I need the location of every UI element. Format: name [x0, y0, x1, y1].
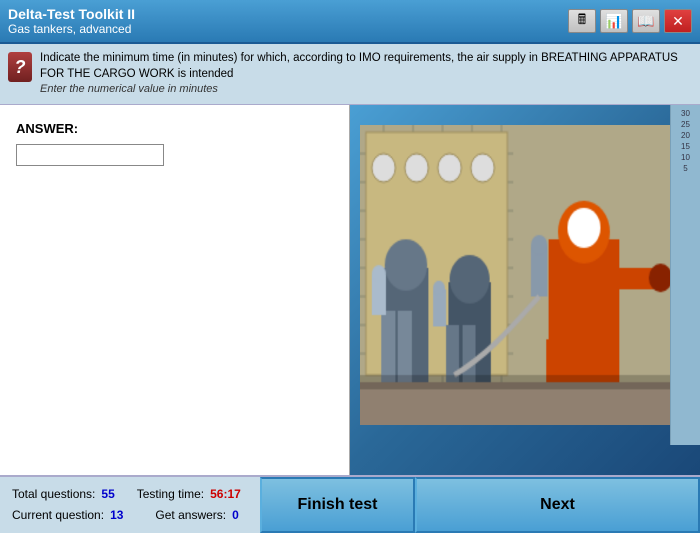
left-panel: ANSWER: — [0, 105, 350, 475]
title-icons: 🖩 📊 📖 ✕ — [568, 9, 692, 33]
current-question-value: 13 — [110, 505, 123, 525]
app-title: Delta-Test Toolkit II — [8, 6, 135, 22]
finish-test-button[interactable]: Finish test — [260, 477, 415, 533]
question-main-text: Indicate the minimum time (in minutes) f… — [40, 50, 692, 82]
get-answers-label: Get answers: — [155, 505, 226, 525]
book-icon[interactable]: 📖 — [632, 9, 660, 33]
photo-image — [360, 125, 690, 425]
answer-input[interactable] — [16, 144, 164, 166]
right-panel: 30 25 20 15 10 5 🔍 УВЕЛИЧИТЬ 🔍 КОММЕНТАР… — [350, 105, 700, 475]
app-subtitle: Gas tankers, advanced — [8, 22, 135, 36]
answer-label: ANSWER: — [16, 121, 333, 136]
next-button[interactable]: Next — [415, 477, 700, 533]
current-question-label: Current question: — [12, 505, 104, 525]
status-bar: Total questions: 55 Testing time: 56:17 … — [0, 475, 700, 533]
main-content: ANSWER: 30 25 20 15 10 5 🔍 УВЕЛИЧИТЬ 🔍 К… — [0, 105, 700, 475]
question-bar: ? Indicate the minimum time (in minutes)… — [0, 44, 700, 105]
title-text: Delta-Test Toolkit II Gas tankers, advan… — [8, 6, 135, 36]
testing-time-label: Testing time: — [137, 484, 204, 504]
question-text: Indicate the minimum time (in minutes) f… — [40, 50, 692, 98]
title-bar: Delta-Test Toolkit II Gas tankers, advan… — [0, 0, 700, 44]
testing-time-value: 56:17 — [210, 484, 241, 504]
total-questions-label: Total questions: — [12, 484, 95, 504]
total-questions-row: Total questions: 55 Testing time: 56:17 — [12, 484, 248, 504]
close-icon[interactable]: ✕ — [664, 9, 692, 33]
question-icon: ? — [8, 52, 32, 82]
current-question-row: Current question: 13 Get answers: 0 — [12, 505, 248, 525]
get-answers-value: 0 — [232, 505, 239, 525]
chart-icon[interactable]: 📊 — [600, 9, 628, 33]
calculator-icon[interactable]: 🖩 — [568, 9, 596, 33]
stats-left: Total questions: 55 Testing time: 56:17 … — [0, 477, 260, 533]
side-minimap: 30 25 20 15 10 5 — [670, 105, 700, 445]
question-hint: Enter the numerical value in minutes — [40, 82, 692, 97]
total-questions-value: 55 — [101, 484, 114, 504]
